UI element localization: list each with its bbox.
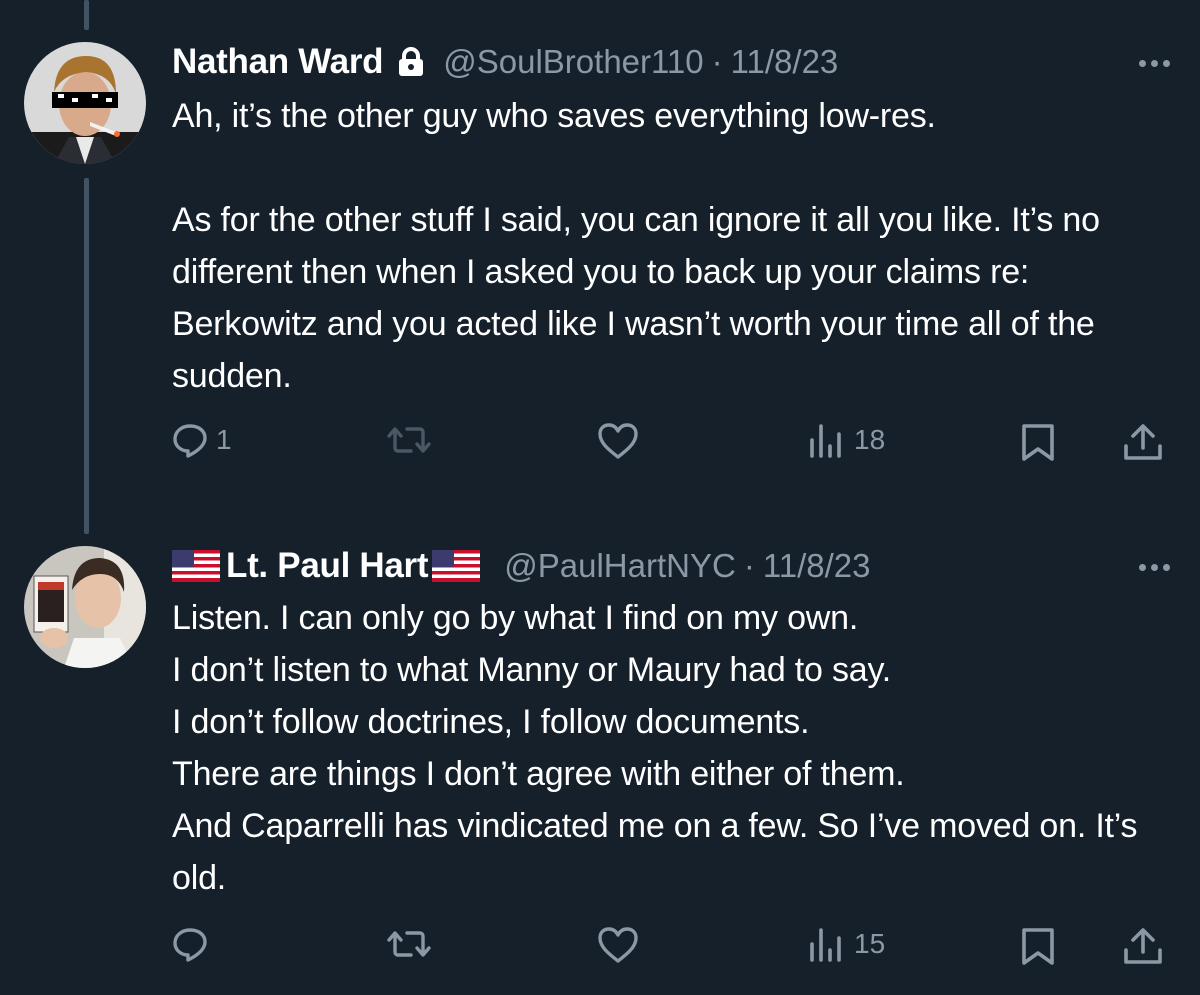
share-icon bbox=[1122, 926, 1164, 966]
tweet-actions: 1 18 bbox=[0, 422, 1200, 472]
reply-button[interactable]: 1 bbox=[172, 422, 232, 458]
tweet[interactable]: Lt. Paul Hart @PaulHartNYC · 11/8/23 Lis… bbox=[0, 530, 1200, 995]
user-handle[interactable]: @SoulBrother110 bbox=[443, 43, 703, 81]
retweet-button[interactable] bbox=[386, 926, 432, 962]
tweet-header: Lt. Paul Hart @PaulHartNYC · 11/8/23 bbox=[172, 542, 870, 590]
tweet-date[interactable]: 11/8/23 bbox=[731, 43, 839, 81]
separator-dot: · bbox=[711, 43, 723, 80]
avatar[interactable] bbox=[24, 42, 146, 164]
separator-dot: · bbox=[743, 547, 755, 584]
more-icon[interactable] bbox=[1139, 564, 1170, 571]
views-button[interactable]: 18 bbox=[808, 422, 885, 458]
reply-icon bbox=[172, 422, 208, 458]
views-button[interactable]: 15 bbox=[808, 926, 885, 962]
views-icon bbox=[808, 422, 846, 458]
reply-icon bbox=[172, 926, 208, 962]
avatar[interactable] bbox=[24, 546, 146, 668]
retweet-icon bbox=[386, 926, 432, 962]
share-button[interactable] bbox=[1122, 926, 1164, 966]
share-icon bbox=[1122, 422, 1164, 462]
bookmark-button[interactable] bbox=[1020, 422, 1056, 462]
reply-button[interactable] bbox=[172, 926, 216, 962]
tweet-header: Nathan Ward @SoulBrother110 · 11/8/23 bbox=[172, 38, 838, 86]
bookmark-icon bbox=[1020, 926, 1056, 966]
like-icon bbox=[597, 926, 639, 964]
tweet-text: Ah, it’s the other guy who saves everyth… bbox=[172, 97, 1100, 395]
display-name[interactable]: Nathan Ward bbox=[172, 42, 384, 82]
reply-count: 1 bbox=[216, 424, 232, 455]
us-flag-icon bbox=[172, 550, 220, 582]
bookmark-icon bbox=[1020, 422, 1056, 462]
tweet[interactable]: Nathan Ward @SoulBrother110 · 11/8/23 Ah… bbox=[0, 0, 1200, 530]
more-icon[interactable] bbox=[1139, 60, 1170, 67]
share-button[interactable] bbox=[1122, 422, 1164, 462]
retweet-icon bbox=[386, 422, 432, 458]
views-count: 18 bbox=[854, 424, 886, 455]
views-icon bbox=[808, 926, 846, 962]
us-flag-icon bbox=[432, 550, 481, 582]
like-button[interactable] bbox=[597, 926, 639, 964]
display-name[interactable]: Lt. Paul Hart bbox=[226, 546, 429, 586]
user-handle[interactable]: @PaulHartNYC bbox=[504, 547, 736, 585]
tweet-date[interactable]: 11/8/23 bbox=[763, 547, 871, 585]
tweet-actions: 15 bbox=[0, 926, 1200, 976]
like-button[interactable] bbox=[597, 422, 639, 460]
lock-icon bbox=[397, 47, 425, 77]
views-count: 15 bbox=[854, 928, 886, 959]
retweet-button[interactable] bbox=[386, 422, 432, 458]
tweet-text: Listen. I can only go by what I find on … bbox=[172, 599, 1138, 897]
like-icon bbox=[597, 422, 639, 460]
bookmark-button[interactable] bbox=[1020, 926, 1056, 966]
